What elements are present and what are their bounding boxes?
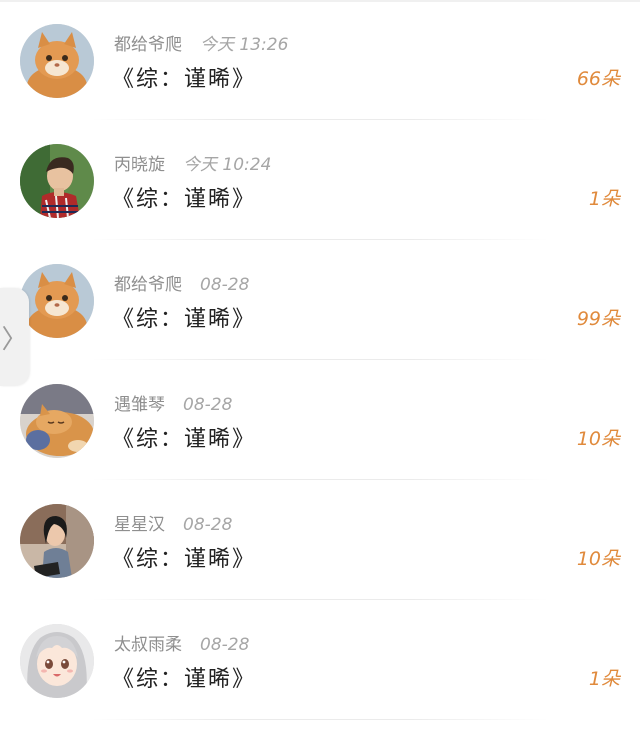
cat-avatar-icon bbox=[20, 24, 94, 98]
book-title[interactable]: 《综：谨晞》 bbox=[112, 301, 256, 333]
list-item[interactable]: 太叔雨柔 08-28 《综：谨晞》 1朵 bbox=[0, 600, 640, 720]
list-item[interactable]: 星星汉 08-28 《综：谨晞》 10朵 bbox=[0, 480, 640, 600]
timestamp: 08-28 bbox=[200, 635, 250, 655]
gift-record-list: 都给爷爬 今天 13:26 《综：谨晞》 66朵 丙晓旋 今天 10:24 《综：谨… bbox=[0, 0, 640, 720]
avatar[interactable] bbox=[20, 384, 94, 458]
item-meta: 遇雏琴 08-28 bbox=[114, 390, 232, 415]
username[interactable]: 星星汉 bbox=[114, 515, 165, 535]
avatar[interactable] bbox=[20, 264, 94, 338]
username[interactable]: 太叔雨柔 bbox=[114, 635, 182, 655]
book-title[interactable]: 《综：谨晞》 bbox=[112, 421, 256, 453]
list-item[interactable]: 都给爷爬 今天 13:26 《综：谨晞》 66朵 bbox=[0, 0, 640, 120]
flower-count: 10朵 bbox=[576, 428, 620, 450]
flower-count: 1朵 bbox=[588, 188, 620, 210]
avatar[interactable] bbox=[20, 624, 94, 698]
chevron-right-icon: 〉 bbox=[1, 324, 28, 355]
girl-avatar-icon bbox=[20, 504, 94, 578]
timestamp: 今天 13:26 bbox=[200, 35, 289, 55]
flower-count: 99朵 bbox=[576, 308, 620, 330]
item-meta: 星星汉 08-28 bbox=[114, 510, 232, 535]
username[interactable]: 丙晓旋 bbox=[114, 155, 165, 175]
timestamp: 08-28 bbox=[183, 515, 233, 535]
boy-avatar-icon bbox=[20, 144, 94, 218]
username[interactable]: 都给爷爬 bbox=[114, 275, 182, 295]
timestamp: 08-28 bbox=[200, 275, 250, 295]
timestamp: 08-28 bbox=[183, 395, 233, 415]
username[interactable]: 遇雏琴 bbox=[114, 395, 165, 415]
username[interactable]: 都给爷爬 bbox=[114, 35, 182, 55]
flower-count: 10朵 bbox=[576, 548, 620, 570]
item-meta: 太叔雨柔 08-28 bbox=[114, 630, 249, 655]
avatar[interactable] bbox=[20, 144, 94, 218]
row-divider bbox=[90, 719, 550, 720]
book-title[interactable]: 《综：谨晞》 bbox=[112, 181, 256, 213]
item-meta: 丙晓旋 今天 10:24 bbox=[114, 150, 271, 175]
list-item[interactable]: 遇雏琴 08-28 《综：谨晞》 10朵 bbox=[0, 360, 640, 480]
avatar[interactable] bbox=[20, 504, 94, 578]
list-item[interactable]: 丙晓旋 今天 10:24 《综：谨晞》 1朵 bbox=[0, 120, 640, 240]
anime-girl-avatar-icon bbox=[20, 624, 94, 698]
sleeping-cat-avatar-icon bbox=[20, 384, 94, 458]
item-meta: 都给爷爬 08-28 bbox=[114, 270, 249, 295]
cat-avatar-icon bbox=[20, 264, 94, 338]
book-title[interactable]: 《综：谨晞》 bbox=[112, 541, 256, 573]
flower-count: 1朵 bbox=[588, 668, 620, 690]
book-title[interactable]: 《综：谨晞》 bbox=[112, 661, 256, 693]
item-meta: 都给爷爬 今天 13:26 bbox=[114, 30, 288, 55]
side-panel-handle[interactable]: 〉 bbox=[0, 288, 29, 386]
list-item[interactable]: 都给爷爬 08-28 《综：谨晞》 99朵 bbox=[0, 240, 640, 360]
timestamp: 今天 10:24 bbox=[183, 155, 272, 175]
avatar[interactable] bbox=[20, 24, 94, 98]
flower-count: 66朵 bbox=[576, 68, 620, 90]
book-title[interactable]: 《综：谨晞》 bbox=[112, 61, 256, 93]
